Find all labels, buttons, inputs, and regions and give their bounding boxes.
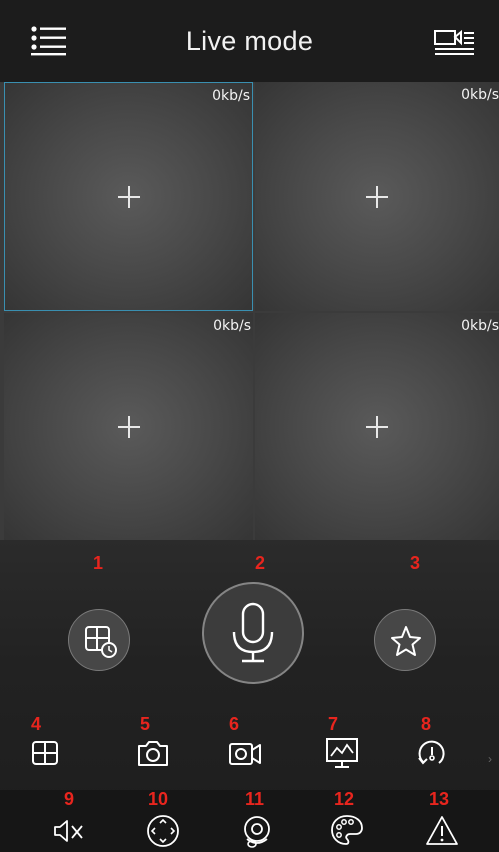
snapshot-camera-icon [138, 741, 168, 766]
video-cell-3[interactable]: 0kb/s [4, 313, 253, 540]
marker-6: 6 [229, 714, 240, 734]
add-channel-icon[interactable] [117, 415, 140, 438]
video-cell-1[interactable]: 0kb/s [4, 82, 253, 311]
playback-grid-button[interactable] [68, 609, 130, 671]
mute-speaker-icon [54, 820, 83, 842]
list-menu-icon[interactable] [28, 24, 68, 60]
favorite-button[interactable] [374, 609, 436, 671]
mute-button[interactable] [52, 817, 88, 845]
video-cell-2[interactable]: 0kb/s [255, 82, 499, 311]
monitor-button[interactable] [325, 736, 359, 770]
add-channel-icon[interactable] [117, 185, 140, 208]
marker-8: 8 [421, 714, 432, 734]
palette-icon [331, 815, 363, 845]
alarm-button[interactable] [424, 814, 460, 848]
add-channel-icon[interactable] [366, 415, 388, 438]
marker-1: 1 [93, 553, 104, 573]
video-cell-4[interactable]: 0kb/s [255, 313, 499, 540]
history-clock-icon [418, 740, 445, 765]
split-screen-icon [32, 741, 58, 765]
marker-7: 7 [328, 714, 339, 734]
record-button[interactable] [228, 740, 264, 768]
video-grid: 0kb/s 0kb/s 0kb/s 0kb/s [0, 82, 499, 540]
marker-9: 9 [64, 789, 75, 809]
history-button[interactable] [414, 738, 448, 770]
marker-10: 10 [148, 789, 169, 809]
marker-2: 2 [255, 553, 266, 573]
camera-list-icon[interactable] [433, 26, 477, 62]
marker-12: 12 [334, 789, 355, 809]
marker-13: 13 [429, 789, 450, 809]
alarm-warning-icon [426, 816, 458, 845]
marker-3: 3 [410, 553, 421, 573]
page-title: Live mode [185, 26, 314, 56]
microphone-button[interactable] [202, 582, 304, 684]
more-arrow-icon[interactable]: › [488, 752, 492, 766]
bitrate-label: 0kb/s [461, 318, 499, 334]
marker-4: 4 [31, 714, 42, 734]
palette-button[interactable] [329, 813, 365, 847]
split-screen-button[interactable] [30, 738, 60, 768]
marker-5: 5 [140, 714, 151, 734]
ptz-direction-icon [147, 815, 179, 847]
bitrate-label: 0kb/s [212, 88, 250, 104]
marker-11: 11 [245, 789, 265, 809]
add-channel-icon[interactable] [366, 185, 388, 208]
star-icon [391, 626, 421, 656]
fisheye-icon [244, 816, 270, 848]
playback-grid-icon [85, 626, 117, 658]
top-bar: Live mode [0, 0, 499, 82]
bitrate-label: 0kb/s [213, 318, 251, 334]
snapshot-button[interactable] [136, 738, 170, 768]
ptz-button[interactable] [145, 813, 181, 849]
microphone-icon [232, 602, 274, 663]
record-video-icon [229, 743, 261, 765]
fisheye-button[interactable] [239, 813, 275, 849]
monitor-chart-icon [326, 738, 358, 768]
bitrate-label: 0kb/s [461, 87, 499, 103]
